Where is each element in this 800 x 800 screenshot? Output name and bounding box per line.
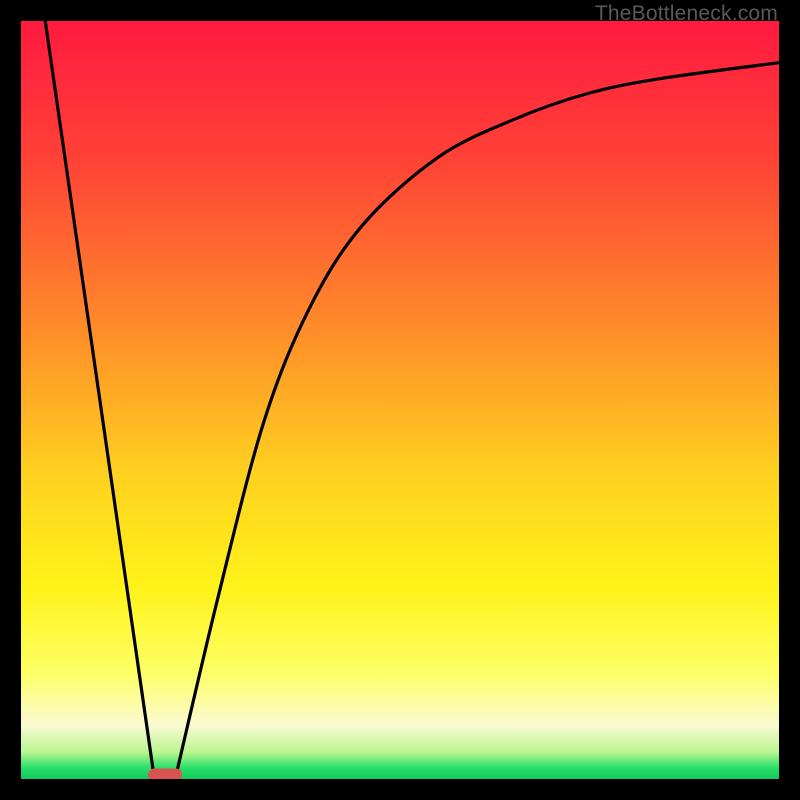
gradient-background — [21, 21, 779, 779]
chart-frame: TheBottleneck.com — [0, 0, 800, 800]
trough-marker — [148, 768, 182, 779]
plot-area — [21, 21, 779, 779]
chart-svg — [21, 21, 779, 779]
